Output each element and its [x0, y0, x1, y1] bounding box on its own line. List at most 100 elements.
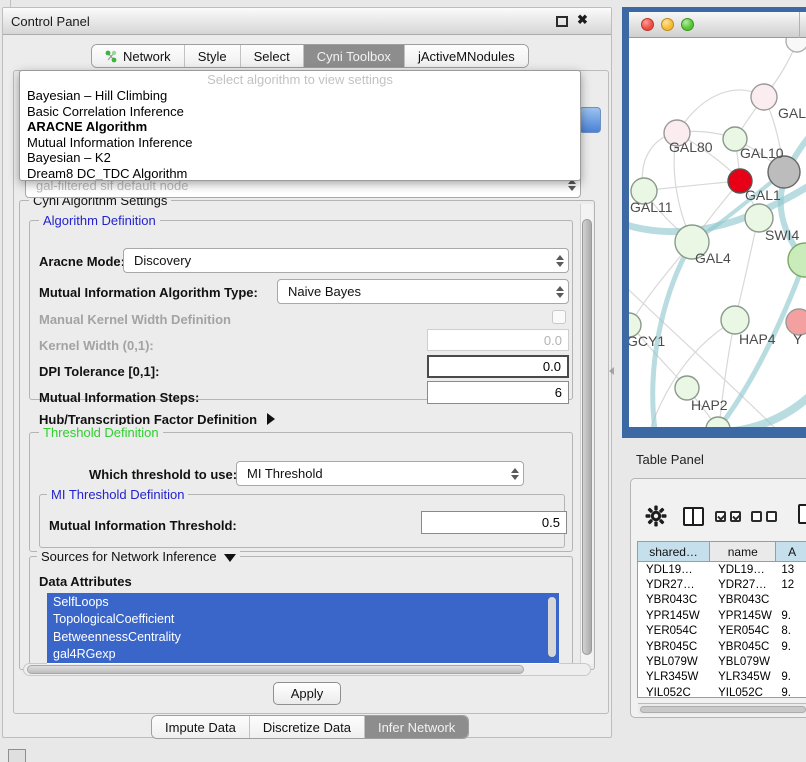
table-cell[interactable]: YDL19…: [710, 562, 776, 577]
tab-discretize-data[interactable]: Discretize Data: [250, 716, 365, 738]
table-hscroll-thumb[interactable]: [640, 706, 806, 713]
table-cell[interactable]: YDR27…: [710, 577, 776, 592]
table-cell[interactable]: 8.: [776, 624, 806, 639]
mi-algorithm-type-value: Naive Bayes: [288, 284, 361, 299]
tab-infer-network[interactable]: Infer Network: [365, 716, 468, 738]
tab-cyni-toolbox[interactable]: Cyni Toolbox: [304, 45, 405, 67]
attribute-item-gal4rgexp[interactable]: gal4RGexp: [47, 646, 559, 664]
network-edge: [735, 219, 758, 320]
algorithm-combo-arrow-button[interactable]: [579, 107, 601, 133]
table-cell[interactable]: YER054C: [638, 624, 710, 639]
data-attributes-label: Data Attributes: [39, 574, 132, 589]
settings-hscroll-thumb[interactable]: [27, 665, 524, 674]
table-cell[interactable]: YER054C: [710, 624, 776, 639]
panel-resize-handle[interactable]: [609, 367, 614, 375]
sources-legend-toggle[interactable]: Sources for Network Inference: [37, 549, 240, 564]
kernel-width-label: Kernel Width (0,1):: [39, 338, 154, 353]
tab-impute-data[interactable]: Impute Data: [152, 716, 250, 738]
network-view-window: GALGAL80GAL10GAL1GAL11SWI4GAL4GCY1HAP4YH…: [622, 7, 806, 438]
attribute-item-selfloops[interactable]: SelfLoops: [47, 593, 559, 611]
column-header-a[interactable]: A: [776, 542, 806, 561]
float-window-icon[interactable]: [556, 16, 568, 27]
mi-steps-field[interactable]: 6: [427, 381, 569, 404]
tab-network[interactable]: Network: [92, 45, 185, 67]
tab-label: Impute Data: [165, 720, 236, 735]
table-cell[interactable]: 13: [776, 562, 806, 577]
table-cell[interactable]: 12: [776, 577, 806, 592]
table-cell[interactable]: [776, 593, 806, 608]
which-threshold-combo[interactable]: MI Threshold: [236, 461, 524, 486]
checked-checkbox-icon[interactable]: [730, 511, 741, 522]
mi-algorithm-type-combo[interactable]: Naive Bayes: [277, 279, 569, 304]
table-cell[interactable]: YPR145W: [638, 608, 710, 623]
dpi-tolerance-label: DPI Tolerance [0,1]:: [39, 364, 159, 379]
unchecked-checkbox-icon[interactable]: [751, 511, 762, 522]
table-cell[interactable]: YIL052C: [710, 685, 776, 696]
column-header-name[interactable]: name: [710, 542, 776, 561]
algorithm-option-bayesian-hill-climbing[interactable]: Bayesian – Hill Climbing: [20, 88, 580, 104]
tab-jactivemnodules[interactable]: jActiveMNodules: [405, 45, 528, 67]
mi-steps-label: Mutual Information Steps:: [39, 390, 199, 405]
table-cell[interactable]: 9.: [776, 639, 806, 654]
apply-button[interactable]: Apply: [273, 682, 341, 705]
gear-icon[interactable]: [645, 505, 667, 527]
attribute-item-betweennesscentrality[interactable]: BetweennessCentrality: [47, 628, 559, 646]
algorithm-option-basic-correlation-inference[interactable]: Basic Correlation Inference: [20, 104, 580, 120]
tab-style[interactable]: Style: [185, 45, 241, 67]
table-cell[interactable]: 9.: [776, 685, 806, 696]
table-cell[interactable]: YDR27…: [638, 577, 710, 592]
network-node-hap4[interactable]: [721, 306, 749, 334]
table-cell[interactable]: YLR345W: [638, 670, 710, 685]
table-cell[interactable]: YBR045C: [710, 639, 776, 654]
tab-label: Cyni Toolbox: [317, 49, 391, 64]
checked-checkbox-icon[interactable]: [715, 511, 726, 522]
table-cell[interactable]: YBR043C: [638, 593, 710, 608]
tab-select[interactable]: Select: [241, 45, 304, 67]
network-window-titlebar: [629, 12, 806, 38]
table-cell[interactable]: YDL19…: [638, 562, 710, 577]
split-panel-icon[interactable]: [683, 507, 704, 526]
attribute-item-topologicalcoefficient[interactable]: TopologicalCoefficient: [47, 611, 559, 629]
algorithm-option-bayesian-k2[interactable]: Bayesian – K2: [20, 150, 580, 166]
table-cell[interactable]: YBL079W: [638, 654, 710, 669]
dpi-tolerance-field[interactable]: 0.0: [427, 355, 569, 378]
settings-vscroll-thumb[interactable]: [582, 219, 592, 655]
column-header-shared[interactable]: shared…: [638, 542, 710, 561]
table-cell[interactable]: YBR045C: [638, 639, 710, 654]
network-canvas[interactable]: GALGAL80GAL10GAL1GAL11SWI4GAL4GCY1HAP4YH…: [629, 38, 806, 427]
table-cell[interactable]: YBL079W: [710, 654, 776, 669]
table-horizontal-scrollbar[interactable]: [638, 703, 806, 714]
settings-horizontal-scrollbar[interactable]: [23, 663, 591, 676]
network-node-gal[interactable]: [751, 84, 777, 110]
kernel-width-field[interactable]: 0.0: [427, 329, 569, 351]
manual-kernel-width-checkbox[interactable]: [552, 310, 566, 324]
mi-threshold-field[interactable]: 0.5: [421, 511, 567, 534]
settings-vertical-scrollbar[interactable]: [580, 204, 593, 664]
table-cell[interactable]: YLR345W: [710, 670, 776, 685]
aracne-mode-combo[interactable]: Discovery: [123, 248, 569, 273]
node-label-gcy1: GCY1: [629, 333, 665, 349]
attributes-list-scrollbar[interactable]: [548, 597, 556, 657]
network-node-unlabeled-9[interactable]: [788, 243, 806, 277]
algorithm-option-mutual-information-inference[interactable]: Mutual Information Inference: [20, 135, 580, 151]
node-label-gal: GAL: [778, 105, 806, 121]
table-cell[interactable]: 9.: [776, 608, 806, 623]
document-icon[interactable]: [798, 504, 806, 524]
table-cell[interactable]: 9.: [776, 670, 806, 685]
algorithm-option-dream8-dc-tdc-algorithm[interactable]: Dream8 DC_TDC Algorithm: [20, 166, 580, 181]
close-icon[interactable]: ✖: [577, 12, 588, 28]
minimize-traffic-light-icon[interactable]: [661, 18, 674, 31]
algorithm-option-aracne-algorithm[interactable]: ARACNE Algorithm: [20, 119, 580, 135]
close-traffic-light-icon[interactable]: [641, 18, 654, 31]
minimized-panel-icon[interactable]: [8, 749, 26, 762]
node-label-hap2: HAP2: [691, 397, 728, 413]
combo-stepper-icon: [551, 280, 568, 303]
network-node-unlabeled-0[interactable]: [786, 38, 806, 52]
table-row: YIL052CYIL052C9.: [638, 685, 806, 696]
table-cell[interactable]: YIL052C: [638, 685, 710, 696]
table-cell[interactable]: [776, 654, 806, 669]
zoom-traffic-light-icon[interactable]: [681, 18, 694, 31]
table-cell[interactable]: YBR043C: [710, 593, 776, 608]
unchecked-checkbox-icon[interactable]: [766, 511, 777, 522]
table-cell[interactable]: YPR145W: [710, 608, 776, 623]
